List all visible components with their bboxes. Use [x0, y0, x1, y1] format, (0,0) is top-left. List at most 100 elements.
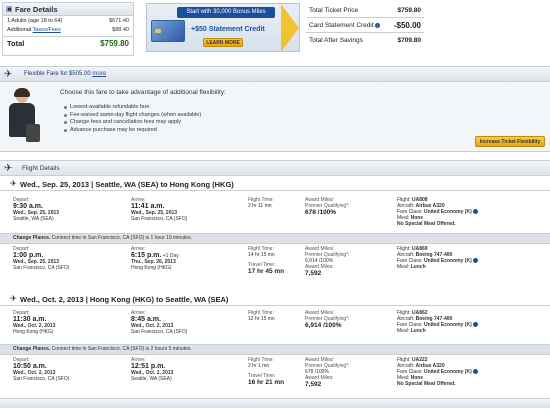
flexible-fare-more-link[interactable]: more [92, 71, 106, 77]
taxes-prefix: Additional [7, 26, 33, 33]
meal-value: Lunch [410, 328, 426, 334]
taxes-fees-link[interactable]: Taxes/Fees [33, 27, 61, 33]
airplane-icon: ✈ [10, 179, 17, 188]
total-after-savings-row: Total After Savings $709.80 [306, 33, 424, 48]
flexible-fare-prefix: Flexible Fare for [24, 71, 70, 77]
fare-class-value: United Economy (K) [423, 258, 472, 264]
depart-city: San Francisco, CA (SFO) [13, 376, 70, 382]
info-icon[interactable] [472, 209, 478, 215]
depart-time: 10:50 a.m. [13, 363, 47, 370]
flight-info-col: Flight: UA869 Aircraft: Boeing 747-400 F… [397, 246, 478, 270]
card-credit-row: Card Statement Credit i -$50.00 [306, 18, 424, 33]
total-ticket-price-row: Total Ticket Price $759.80 [306, 3, 424, 18]
airplane-icon: ✈ [10, 294, 17, 303]
connection-text: Connect time in San Francisco, CA (SFO) … [50, 235, 192, 241]
credit-card-image [151, 20, 185, 42]
route-header-return: ✈ Wed., Oct. 2, 2013 | Hong Kong (HKG) t… [0, 292, 550, 306]
flight-time-value: 2 hr 1 mn [248, 363, 270, 369]
flight-time-col: Flight Time: 12 hr 15 mn [248, 310, 275, 322]
fare-row-adults: 1 Adults (age 18 to 64) $671.40 [3, 16, 133, 25]
fare-total-value: $759.80 [100, 39, 129, 48]
depart-city: San Francisco, CA (SFO) [13, 265, 70, 271]
learn-more-button[interactable]: LEARN MORE [203, 38, 243, 47]
flexible-fare-body: Choose this fare to take advantage of ad… [0, 82, 550, 152]
fare-row-label: 1 Adults (age 18 to 64) [7, 17, 63, 24]
change-planes-label: Change Planes. [13, 235, 51, 241]
list-item: Change fees and cancellation fees may ap… [64, 119, 201, 127]
flight-details-title: Flight Details [22, 165, 60, 172]
bottom-section-bar [0, 398, 550, 408]
card-credit-label: Card Statement Credit [309, 21, 374, 29]
flight-time-value: 12 hr 15 mn [248, 316, 275, 322]
route-title: Wed., Sep. 25, 2013 | Seattle, WA (SEA) … [20, 180, 234, 189]
depart-city: Hong Kong (HKG) [13, 329, 54, 335]
arrive-time: 11:41 a.m. [131, 203, 165, 210]
arrive-city: Seattle, WA (SEA) [131, 376, 172, 382]
flexible-fare-amount: $505.00 [69, 71, 91, 77]
flight-time-col: Flight Time: 2 hr 11 mn [248, 197, 274, 209]
travel-time-value: 17 hr 45 mn [248, 268, 285, 275]
connection-text: Connect time in San Francisco, CA (SFO) … [50, 346, 192, 352]
route-header-outbound: ✈ Wed., Sep. 25, 2013 | Seattle, WA (SEA… [0, 177, 550, 191]
fare-row-taxes: Additional Taxes/Fees $88.40 [3, 25, 133, 34]
fare-class-value: United Economy (K) [423, 369, 472, 375]
connection-notice: Change Planes. Connect time in San Franc… [0, 344, 550, 355]
depart-col: Depart: 10:50 a.m. Wed., Oct. 2, 2013 Sa… [13, 357, 69, 382]
total-ticket-price-label: Total Ticket Price [309, 6, 359, 14]
fare-total: Total $759.80 [3, 36, 133, 50]
award-col: Award Miles/ Premier Qualifying*: 6,914 … [305, 246, 349, 277]
arrive-city: San Francisco, CA (SFO) [131, 329, 188, 335]
arrive-col: Arrive: 12:51 p.m. Wed., Oct. 2, 2013 Se… [131, 357, 173, 382]
meal-value: Lunch [410, 264, 426, 270]
flexible-fare-header: ✈ Flexible Fare for $505.00 more [0, 66, 550, 82]
arrive-col: Arrive: 8:45 a.m. Wed., Oct. 2, 2013 San… [131, 310, 187, 335]
card-credit-value: -$50.00 [393, 20, 421, 30]
info-icon[interactable] [472, 369, 478, 375]
flexible-fare-bullets: Lowest-available refundable fare Fee-wai… [64, 104, 201, 134]
depart-col: Depart: 11:30 a.m. Wed., Oct. 2, 2013 Ho… [13, 310, 55, 335]
flight-time-col: Flight Time: 14 hr 15 mn Travel Time: 17… [248, 246, 284, 275]
flight-time-value: 14 hr 15 mn [248, 252, 275, 258]
arrive-city: Hong Kong (HKG) [131, 265, 172, 271]
award-col: Award Miles/ Premier Qualifying*: 678 /1… [305, 197, 349, 216]
fare-class-value: United Economy (K) [423, 209, 472, 215]
depart-city: Seattle, WA (SEA) [13, 216, 54, 222]
flight-segment: Depart: 11:30 a.m. Wed., Oct. 2, 2013 Ho… [0, 310, 550, 343]
fare-row-label: Additional Taxes/Fees [7, 27, 61, 33]
fare-row-value: $671.40 [109, 17, 129, 24]
airplane-icon: ✈ [4, 69, 13, 80]
change-planes-label: Change Planes. [13, 346, 51, 352]
meal-label: Meal: [397, 264, 411, 270]
award-col: Award Miles/ Premier Qualifying*: 6,914 … [305, 310, 349, 329]
list-item: Lowest-available refundable fare [64, 104, 201, 112]
list-item: Fee-waived same-day flight changes (when… [64, 112, 201, 120]
total-after-savings-label: Total After Savings [309, 37, 363, 44]
award-col: Award Miles/ Premier Qualifying*: 678 /1… [305, 357, 349, 388]
depart-time: 1:00 p.m. [13, 252, 44, 259]
total-ticket-price-value: $759.80 [397, 6, 422, 14]
travel-time-value: 16 hr 21 mn [248, 379, 285, 386]
list-icon: ▣ [6, 5, 13, 13]
special-meal-note: No Special Meal Offered. [397, 221, 456, 227]
route-title: Wed., Oct. 2, 2013 | Hong Kong (HKG) to … [20, 295, 229, 304]
flight-info-col: Flight: UA808 Aircraft: Airbus A320 Fare… [397, 197, 478, 227]
promo-bonus-miles: Start with 30,000 Bonus Miles [177, 7, 275, 18]
arrive-col: Arrive: 11:41 a.m. Wed., Sep. 25, 2013 S… [131, 197, 187, 222]
info-icon[interactable] [472, 258, 478, 264]
arrive-time: 8:45 a.m. [131, 316, 161, 323]
award-value: 6,914 /100% [305, 322, 342, 329]
increase-flexibility-button[interactable]: Increase Ticket Flexibility [475, 136, 545, 147]
info-icon[interactable]: i [374, 22, 380, 28]
arrive-city: San Francisco, CA (SFO) [131, 216, 188, 222]
promo-arrow-icon [281, 4, 299, 51]
flight-info-col: Flight: UA222 Aircraft: Airbus A320 Fare… [397, 357, 478, 387]
card-promo-banner[interactable]: Start with 30,000 Bonus Miles +$50 State… [146, 3, 300, 52]
award-miles-value: 7,592 [305, 270, 322, 277]
info-icon[interactable] [472, 322, 478, 328]
fare-class-value: United Economy (K) [423, 322, 472, 328]
arrive-time: 12:51 p.m. [131, 363, 166, 370]
promo-statement-credit: +$50 Statement Credit [191, 26, 265, 33]
flight-segment: Depart: 1:00 p.m. Wed., Sep. 25, 2013 Sa… [0, 246, 550, 282]
traveler-image [4, 88, 42, 148]
special-meal-note: No Special Meal Offered. [397, 381, 456, 387]
